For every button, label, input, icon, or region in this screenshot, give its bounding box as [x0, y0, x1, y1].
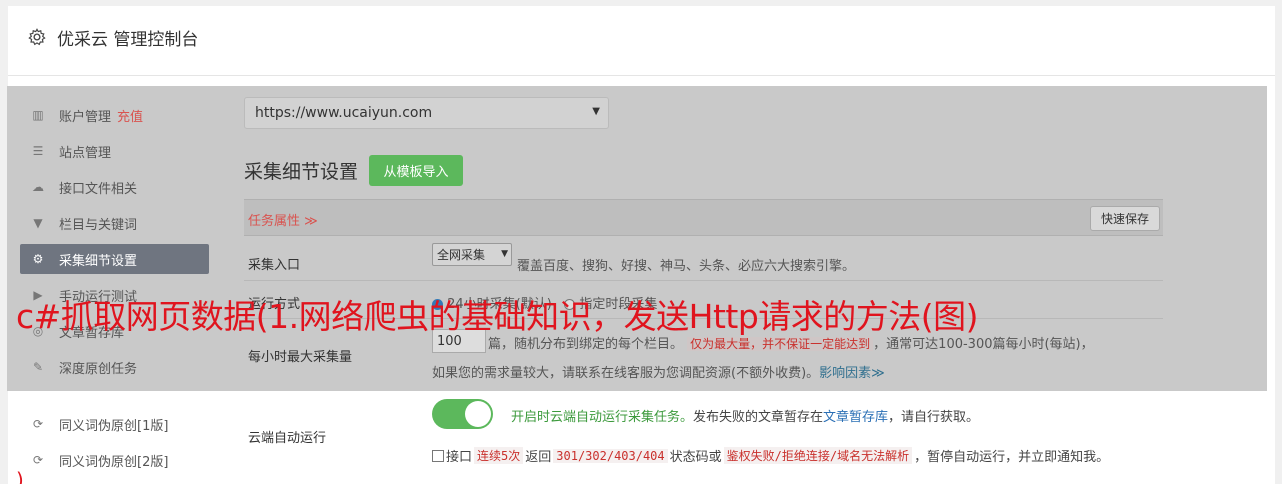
- chevron-down-icon: ▼: [592, 106, 600, 117]
- site-select-value: https://www.ucaiyun.com: [255, 105, 433, 121]
- gear-icon: [28, 28, 46, 46]
- per-hour-desc-line2: 如果您的需求量较大，请联系在线客服为您调配资源(不额外收费)。影响因素≫: [432, 362, 885, 381]
- overlay-headline: c#抓取网页数据(1.网络爬虫的基础知识，发送Http请求的方法(图): [16, 297, 979, 336]
- cloud-run-toggle[interactable]: [432, 399, 493, 429]
- sidebar-item-label: 站点管理: [59, 145, 112, 161]
- influence-factors-link[interactable]: 影响因素≫: [819, 366, 885, 381]
- recharge-link[interactable]: 充值: [117, 106, 143, 125]
- chevron-down-icon: ▼: [501, 249, 508, 259]
- sidebar-item-synonym-v2[interactable]: ⟳ 同义词伪原创[2版]: [20, 445, 209, 475]
- per-hour-desc-3: 如果您的需求量较大，请联系在线客服为您调配资源(不额外收费)。: [432, 366, 820, 381]
- sidebar-item-collect-settings[interactable]: ⚙ 采集细节设置: [20, 244, 209, 274]
- sidebar-item-sites[interactable]: ☰ 站点管理: [20, 136, 209, 166]
- refresh-icon: ⟳: [32, 417, 44, 431]
- server-icon: ☰: [32, 144, 44, 158]
- per-hour-desc-1: 篇，随机分布到绑定的每个栏目。: [488, 337, 684, 352]
- per-hour-desc-2: ，通常可达100-300篇每小时(每站)，: [873, 337, 1094, 352]
- site-select[interactable]: https://www.ucaiyun.com ▼: [244, 97, 609, 129]
- entry-select-value: 全网采集: [437, 248, 486, 262]
- bar-chart-icon: ▥: [32, 108, 44, 122]
- cloud-desc-end: ，请自行获取。: [888, 410, 980, 425]
- task-attributes-toggle[interactable]: 任务属性 ≫: [248, 210, 318, 229]
- section-title: 采集细节设置: [244, 161, 359, 183]
- cloud-desc-mid: 发布失败的文章暂存在: [693, 410, 824, 425]
- sidebar-item-label: 采集细节设置: [59, 253, 138, 269]
- sidebar-item-account[interactable]: ▥ 账户管理 充值: [20, 100, 209, 130]
- code-status: 301/302/403/404: [553, 448, 668, 463]
- toggle-knob: [465, 401, 491, 427]
- entry-select[interactable]: 全网采集 ▼: [432, 243, 512, 266]
- text-end: ，暂停自动运行，并立即通知我。: [914, 450, 1110, 465]
- sidebar-item-deep-original[interactable]: ✎ 深度原创任务: [20, 352, 209, 382]
- sidebar-item-label: 同义词伪原创[1版]: [59, 418, 169, 434]
- page-header: 优采云 管理控制台: [8, 6, 1275, 76]
- text-or: 状态码或: [669, 450, 722, 465]
- sidebar-item-label: 深度原创任务: [59, 361, 138, 377]
- text-return: 返回: [525, 450, 552, 465]
- code-auth-fail: 鉴权失败/拒绝连接/域名无法解析: [723, 447, 913, 464]
- article-store-link[interactable]: 文章暂存库: [823, 410, 888, 425]
- cloud-run-label: 云端自动运行: [248, 431, 327, 446]
- sidebar-item-label: 账户管理: [59, 109, 112, 125]
- task-attributes-bar: 任务属性 ≫: [244, 199, 1163, 236]
- sidebar-item-label: 接口文件相关: [59, 181, 138, 197]
- cloud-upload-icon: ☁: [32, 180, 44, 194]
- per-hour-warning: 仅为最大量，并不保证一定能达到: [687, 337, 874, 351]
- edit-icon: ✎: [32, 360, 44, 374]
- quick-save-button[interactable]: 快速保存: [1090, 206, 1160, 231]
- cloud-enabled-text: 开启时云端自动运行采集任务。: [511, 410, 694, 425]
- gears-icon: ⚙: [32, 252, 44, 266]
- import-template-button[interactable]: 从模板导入: [369, 155, 463, 186]
- sidebar-item-columns[interactable]: ▼ 栏目与关键词: [20, 208, 209, 238]
- entry-label: 采集入口: [248, 258, 301, 273]
- check-label: 接口: [446, 450, 473, 465]
- entry-desc: 覆盖百度、搜狗、好搜、神马、头条、必应六大搜索引擎。: [517, 259, 856, 274]
- sidebar-item-label: 同义词伪原创[2版]: [59, 454, 169, 470]
- pause-notify-checkbox[interactable]: [432, 449, 444, 462]
- sidebar-item-interface[interactable]: ☁ 接口文件相关: [20, 172, 209, 202]
- code-consecutive: 连续5次: [474, 447, 524, 464]
- sidebar-item-synonym-v1[interactable]: ⟳ 同义词伪原创[1版]: [20, 409, 209, 439]
- cloud-run-desc: 开启时云端自动运行采集任务。发布失败的文章暂存在文章暂存库，请自行获取。: [511, 406, 979, 425]
- sidebar-item-label: 栏目与关键词: [59, 217, 138, 233]
- filter-icon: ▼: [33, 216, 43, 230]
- pause-notify-row: 接口 连续5次 返回 301/302/403/404 状态码或 鉴权失败/拒绝连…: [432, 446, 1109, 465]
- page-title: 优采云 管理控制台: [57, 30, 199, 50]
- overlay-bottom-char: ): [16, 468, 24, 484]
- row-divider: [244, 280, 1163, 281]
- refresh-icon: ⟳: [32, 453, 44, 467]
- per-hour-label: 每小时最大采集量: [248, 350, 353, 365]
